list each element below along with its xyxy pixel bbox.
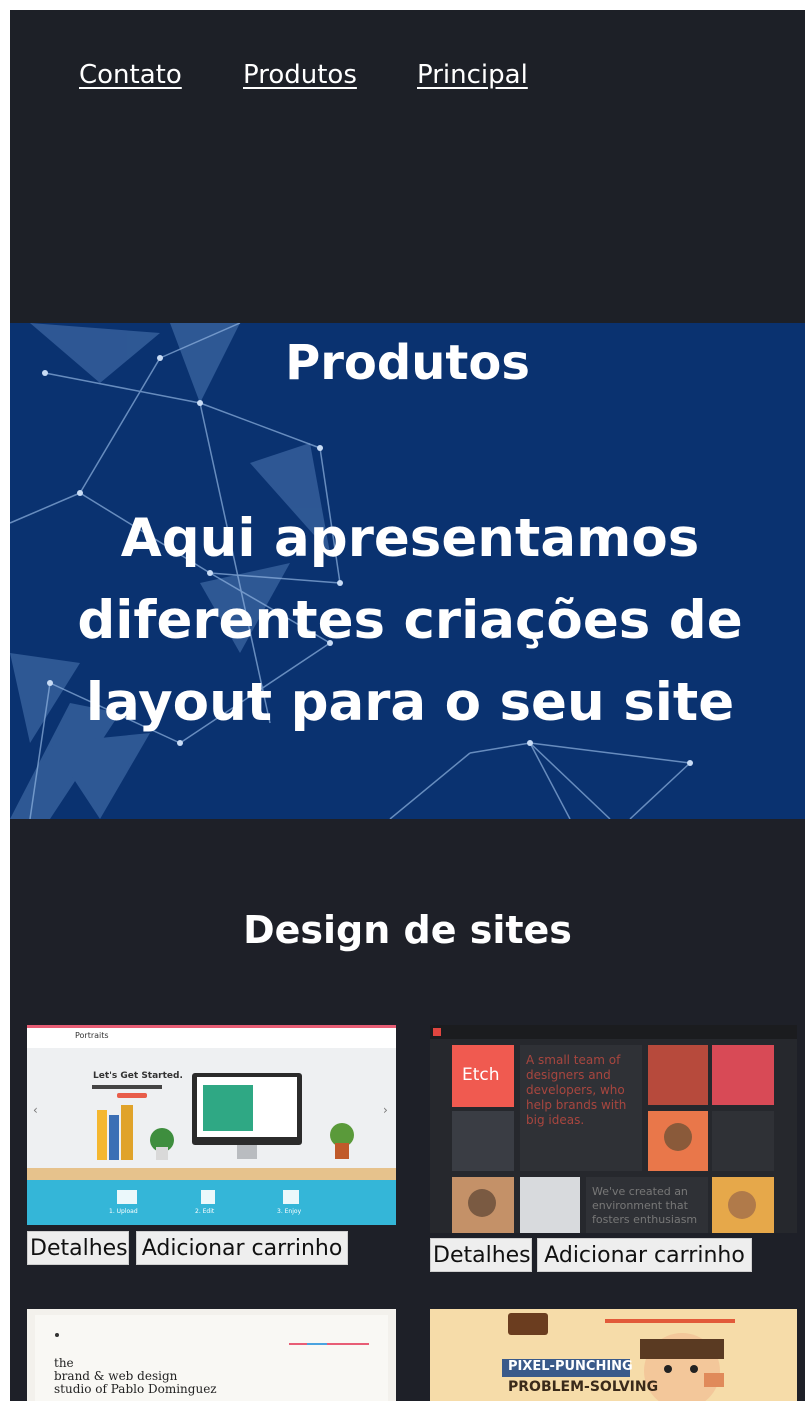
- product-thumbnail-etch[interactable]: Etch A small team of designers and devel…: [430, 1025, 797, 1233]
- details-button-1[interactable]: Detalhes: [27, 1231, 129, 1265]
- etch-secondary-text: We've created an environment that foster…: [592, 1185, 698, 1226]
- portraits-heading: Let's Get Started.: [93, 1071, 183, 1081]
- top-nav: Contato Produtos Principal: [10, 10, 805, 323]
- next-arrow-icon[interactable]: ›: [383, 1103, 388, 1117]
- hero-title: Produtos: [285, 335, 530, 391]
- etch-intro-text: A small team of designers and developers…: [526, 1053, 627, 1127]
- add-to-cart-button-2[interactable]: Adicionar carrinho: [537, 1238, 752, 1272]
- nav-link-contato[interactable]: Contato: [79, 60, 182, 90]
- product-thumbnail-pixel-punching[interactable]: PIXEL-PUNCHING PROBLEM-SOLVING: [430, 1309, 797, 1401]
- nav-link-principal[interactable]: Principal: [417, 60, 528, 90]
- portraits-step-edit: 2. Edit: [195, 1208, 215, 1215]
- portraits-step-upload: 1. Upload: [109, 1208, 138, 1215]
- prev-arrow-icon[interactable]: ‹: [33, 1103, 38, 1117]
- product-thumbnail-portraits[interactable]: Portraits Let's Get Started. 1. Upload 2…: [27, 1025, 396, 1225]
- pixel-headline-2: PROBLEM-SOLVING: [508, 1379, 659, 1395]
- page: Contato Produtos Principal Produtos Aqui…: [10, 10, 805, 1401]
- portraits-site-preview: [27, 1025, 396, 1225]
- etch-logo: Etch: [462, 1065, 500, 1085]
- pixel-headline-1: PIXEL-PUNCHING: [508, 1359, 633, 1374]
- details-button-2[interactable]: Detalhes: [430, 1238, 532, 1272]
- portraits-step-enjoy: 3. Enjoy: [277, 1208, 302, 1215]
- section-title: Design de sites: [243, 908, 572, 952]
- add-to-cart-button-1[interactable]: Adicionar carrinho: [136, 1231, 348, 1265]
- portraits-logo: Portraits: [75, 1031, 109, 1040]
- product-thumbnail-pablo-dominguez[interactable]: the brand & web design studio of Pablo D…: [27, 1309, 396, 1401]
- hero-banner: Produtos Aqui apresentamos diferentes cr…: [10, 323, 805, 819]
- nav-link-produtos[interactable]: Produtos: [243, 60, 357, 90]
- pablo-tagline-3: studio of Pablo Dominguez: [54, 1382, 217, 1396]
- hero-subtitle: Aqui apresentamos diferentes criações de…: [77, 508, 743, 733]
